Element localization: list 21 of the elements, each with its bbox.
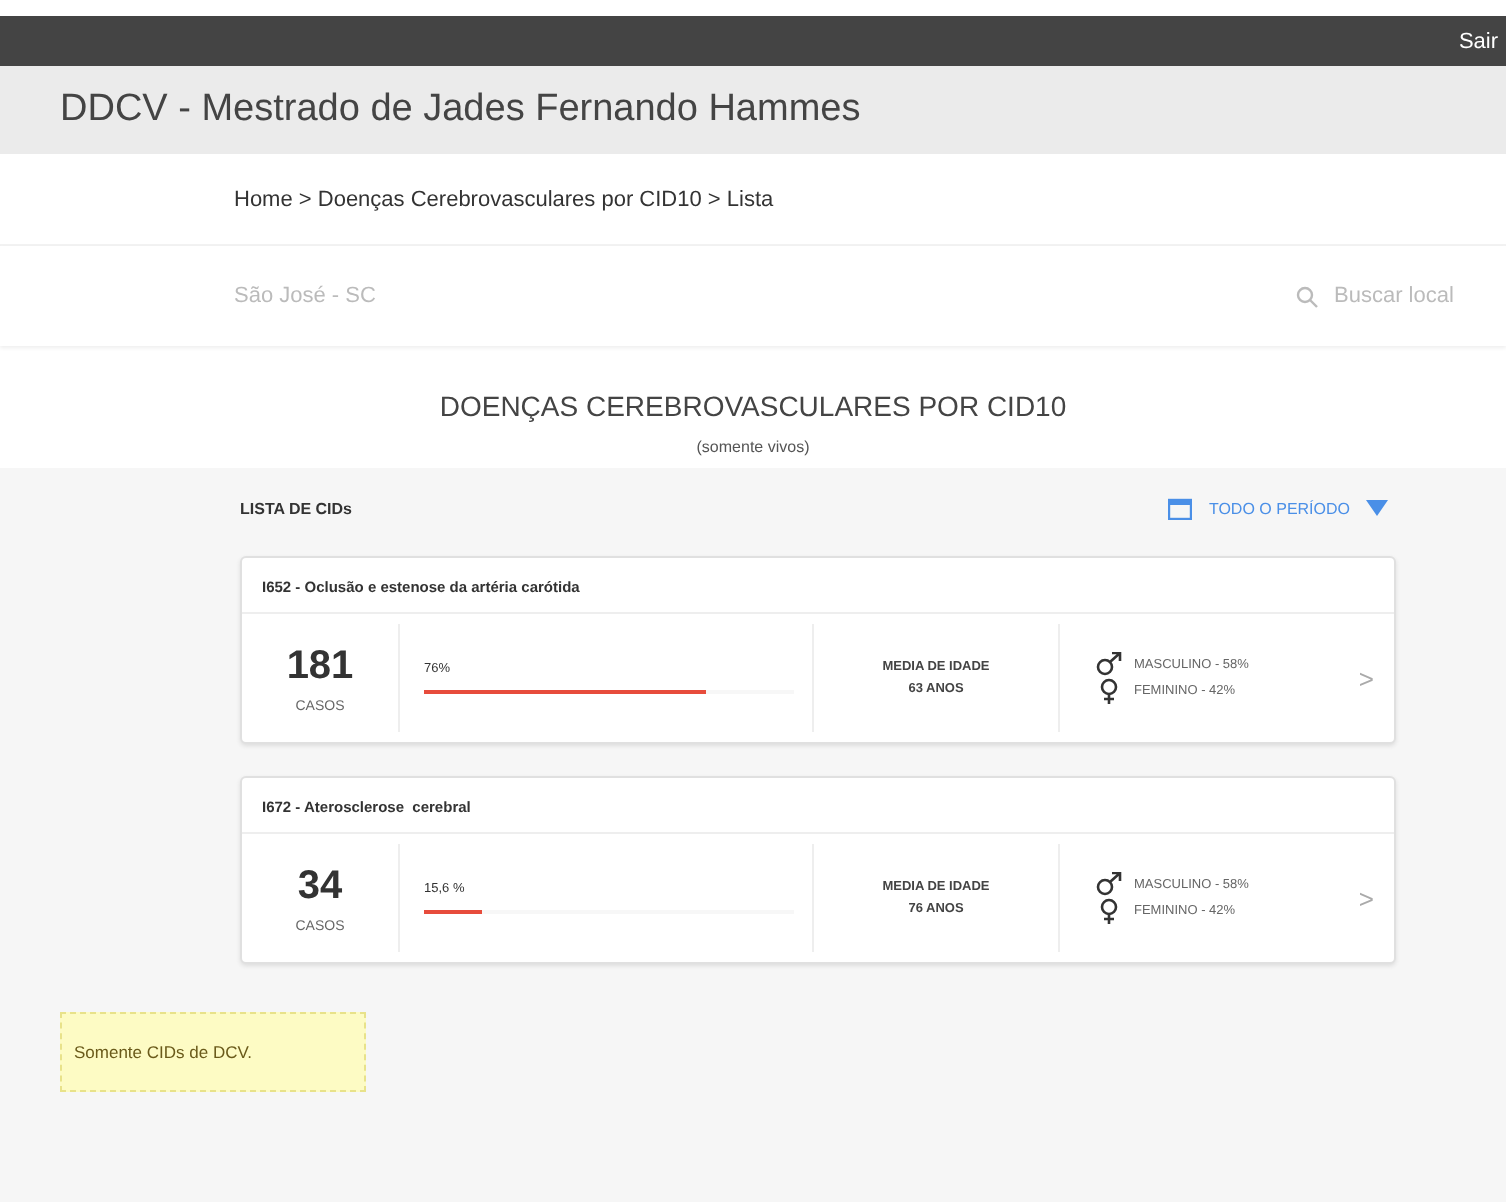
- logout-link[interactable]: Sair: [1458, 29, 1498, 53]
- open-button[interactable]: >: [1358, 883, 1394, 913]
- male-icon: [1096, 652, 1122, 676]
- case-count: 181: [286, 643, 354, 689]
- page-subtitle: (somente vivos): [694, 438, 812, 456]
- app-title: DDCV - Mestrado de Jades Fernando Hammes: [60, 88, 861, 132]
- calendar-icon: [1168, 497, 1193, 519]
- caret-icon: [1366, 500, 1388, 516]
- male-icon: [1096, 872, 1122, 896]
- search-icon: [1296, 285, 1318, 307]
- period-dropdown[interactable]: TODO O PERÍODO: [1168, 497, 1388, 519]
- case-count: 34: [297, 863, 343, 909]
- note-text: Somente CIDs de DCV.: [74, 1042, 252, 1062]
- female-icon: [1096, 678, 1122, 704]
- open-button[interactable]: >: [1358, 663, 1394, 693]
- page-title: DOENÇAS CEREBROVASCULARES POR CID10: [437, 390, 1069, 422]
- list-heading: LISTA DE CIDs: [240, 499, 353, 517]
- search-field[interactable]: Buscar local: [1296, 282, 1462, 310]
- location-text: São José - SC: [234, 284, 376, 308]
- breadcrumb: Home > Doenças Cerebrovasculares por CID10 > Lista: [234, 187, 774, 211]
- female-icon: [1096, 898, 1122, 924]
